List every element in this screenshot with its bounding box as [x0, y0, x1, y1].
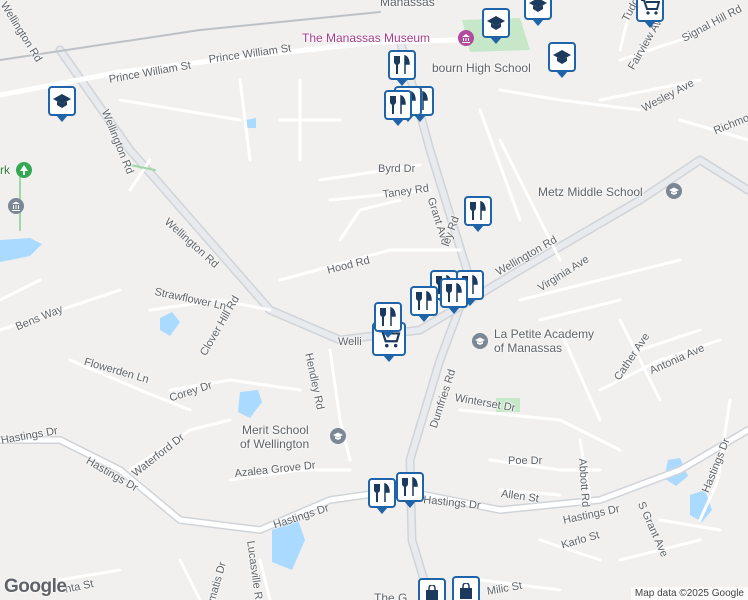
- map-attribution[interactable]: Map data ©2025 Google: [630, 587, 748, 600]
- street-label: Welli: [338, 336, 362, 348]
- poi-label-la-petite[interactable]: of Manassas: [494, 342, 562, 355]
- map-canvas[interactable]: Prince William St Prince William St Well…: [0, 0, 748, 600]
- poi-label-metz[interactable]: Metz Middle School: [538, 186, 643, 199]
- restaurant-pin[interactable]: [396, 472, 424, 508]
- school-icon[interactable]: [472, 333, 488, 349]
- poi-label-osbourn[interactable]: bourn High School: [432, 62, 531, 75]
- shopping-cart-pin[interactable]: [636, 0, 664, 28]
- restaurant-pin[interactable]: [440, 278, 468, 314]
- restaurant-pin[interactable]: [374, 302, 402, 338]
- restaurant-pin[interactable]: [464, 196, 492, 232]
- street-label: Byrd Dr: [378, 163, 416, 175]
- school-pin[interactable]: [548, 42, 576, 78]
- restaurant-pin[interactable]: [384, 90, 412, 126]
- poi-label-merit[interactable]: Merit School: [242, 424, 309, 437]
- water-area: [238, 390, 262, 418]
- poi-label-manassas-museum[interactable]: The Manassas Museum: [302, 32, 430, 45]
- street-label: Poe Dr: [508, 455, 543, 467]
- google-logo: Google: [4, 576, 67, 597]
- map-base-layer: [0, 8, 748, 600]
- museum-icon[interactable]: [458, 30, 474, 46]
- poi-label-the-g: The G: [374, 591, 408, 600]
- building-icon[interactable]: [8, 198, 24, 214]
- shopping-bag-pin[interactable]: [452, 576, 480, 600]
- water-area: [160, 312, 180, 336]
- park-icon[interactable]: [16, 162, 32, 178]
- school-pin[interactable]: [524, 0, 552, 26]
- restaurant-pin[interactable]: [410, 286, 438, 322]
- school-pin[interactable]: [48, 86, 76, 122]
- restaurant-pin[interactable]: [368, 478, 396, 514]
- water-area: [0, 238, 42, 262]
- school-icon[interactable]: [330, 428, 346, 444]
- school-pin[interactable]: [482, 8, 510, 44]
- shopping-bag-pin[interactable]: [418, 578, 446, 600]
- water-area: [246, 118, 256, 128]
- poi-label-la-petite[interactable]: La Petite Academy: [494, 328, 594, 341]
- poi-label-park: rk: [0, 163, 10, 177]
- poi-label-manassas: Manassas: [380, 0, 435, 9]
- school-icon[interactable]: [666, 183, 682, 199]
- restaurant-pin[interactable]: [388, 50, 416, 86]
- poi-label-merit[interactable]: of Wellington: [240, 438, 309, 451]
